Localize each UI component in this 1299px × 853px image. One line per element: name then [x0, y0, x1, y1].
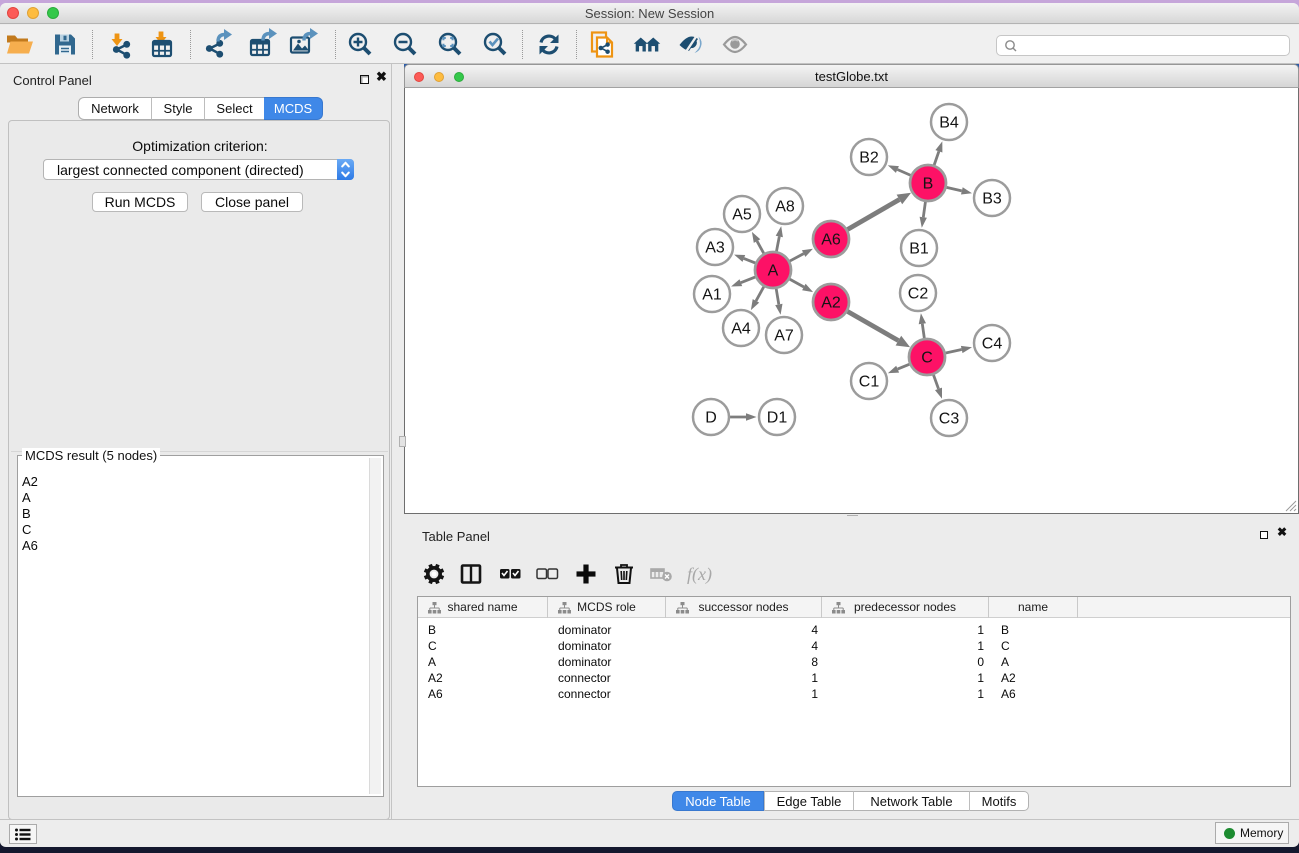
svg-text:B: B	[923, 176, 934, 193]
svg-text:B1: B1	[909, 241, 929, 258]
svg-text:C4: C4	[982, 336, 1003, 353]
svg-text:A7: A7	[774, 328, 794, 345]
svg-text:A3: A3	[705, 240, 725, 257]
svg-text:B2: B2	[859, 150, 879, 167]
svg-text:B3: B3	[982, 191, 1002, 208]
svg-text:A8: A8	[775, 199, 795, 216]
svg-text:A: A	[768, 263, 779, 280]
svg-text:A4: A4	[731, 321, 751, 338]
svg-text:A2: A2	[821, 295, 841, 312]
svg-text:D1: D1	[767, 410, 788, 427]
svg-text:B4: B4	[939, 115, 959, 132]
svg-text:C1: C1	[859, 374, 880, 391]
svg-text:C3: C3	[939, 411, 960, 428]
svg-text:A6: A6	[821, 232, 841, 249]
svg-text:D: D	[705, 410, 717, 427]
svg-text:f(x): f(x)	[687, 564, 712, 585]
svg-text:C2: C2	[908, 286, 929, 303]
svg-text:C: C	[921, 350, 933, 367]
svg-text:A1: A1	[702, 287, 722, 304]
svg-text:A5: A5	[732, 207, 752, 224]
